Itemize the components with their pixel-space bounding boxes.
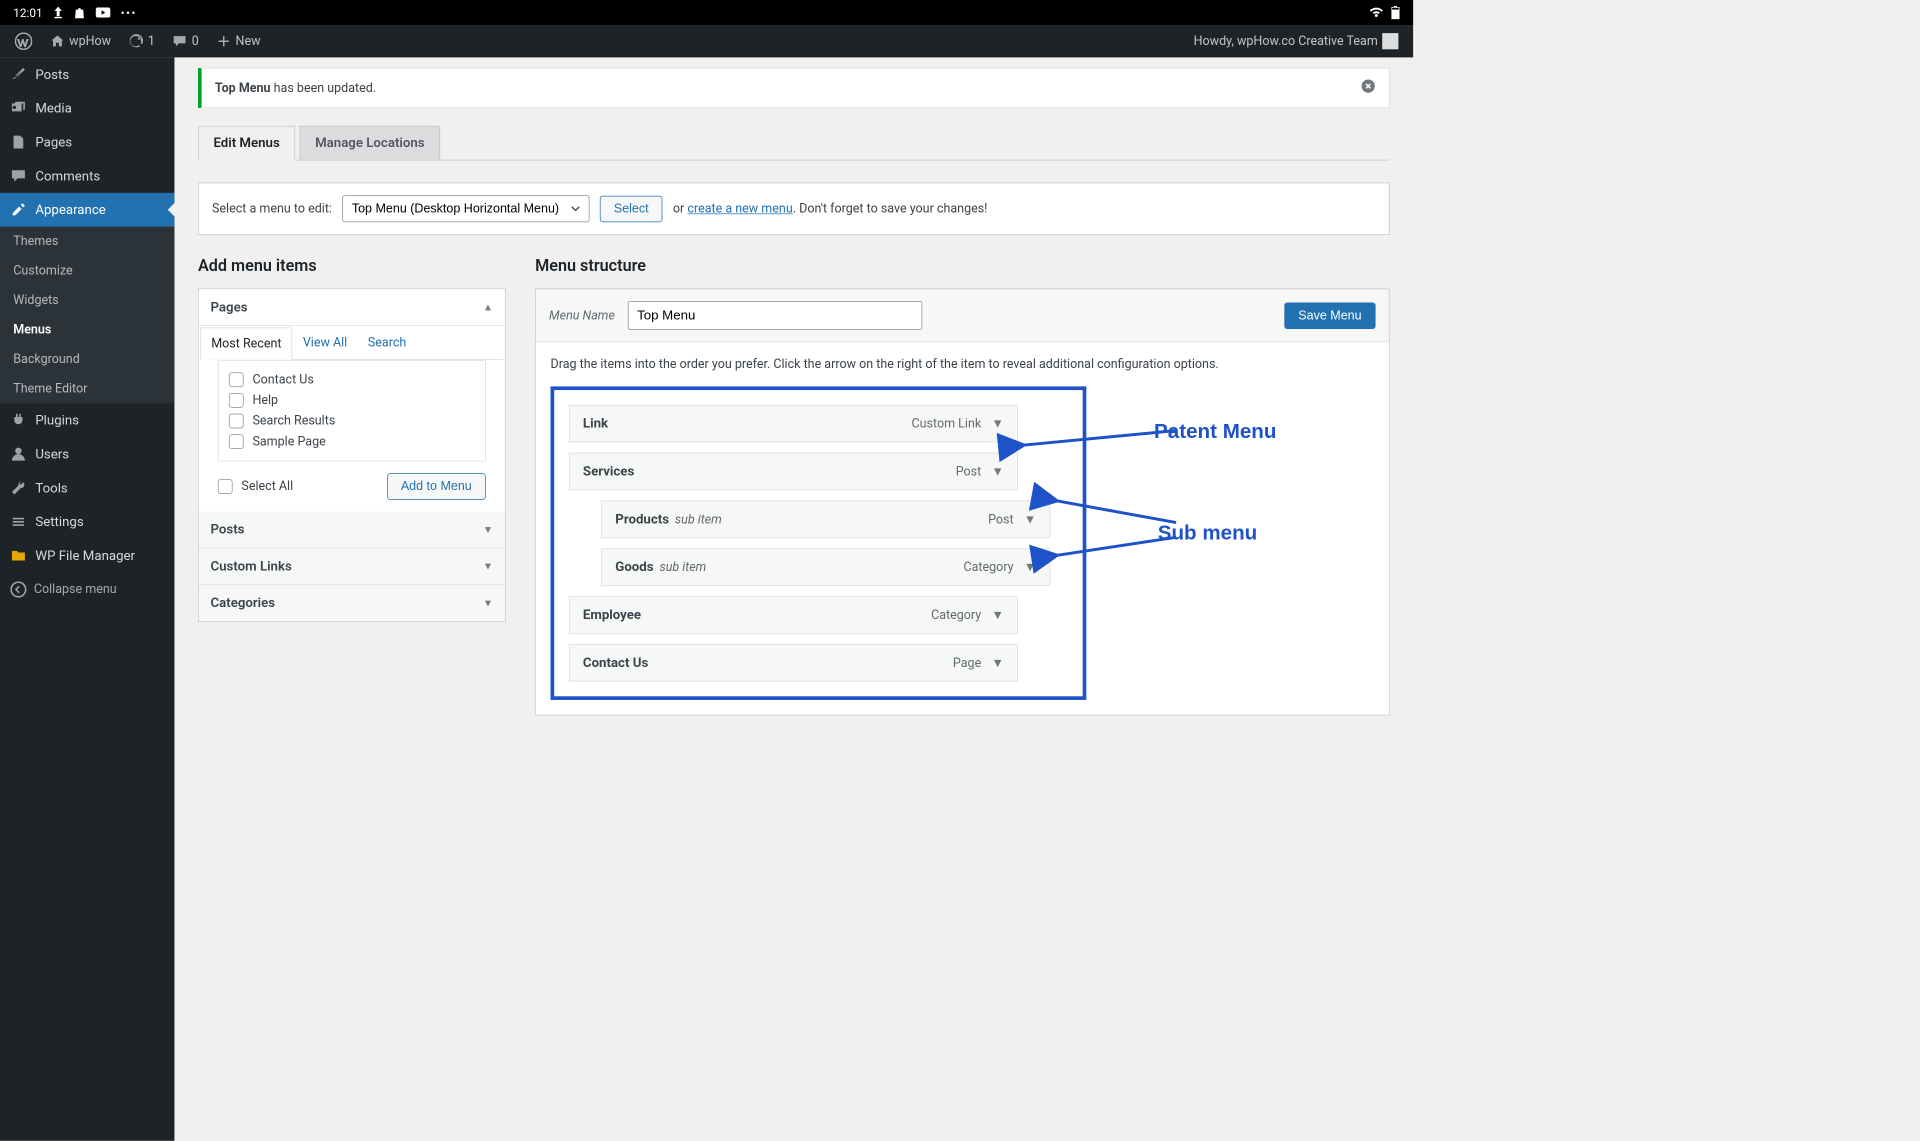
submenu-themes[interactable]: Themes — [0, 227, 174, 256]
page-checkbox[interactable]: Help — [229, 390, 475, 411]
menu-select-bar: Select a menu to edit: Top Menu (Desktop… — [198, 183, 1390, 235]
sidebar-item-appearance[interactable]: Appearance — [0, 193, 174, 227]
upload-icon — [53, 7, 63, 19]
chevron-down-icon: ▼ — [1024, 512, 1036, 527]
updates-link[interactable]: 1 — [123, 34, 161, 49]
comments-link[interactable]: 0 — [167, 34, 205, 49]
menu-select[interactable]: Top Menu (Desktop Horizontal Menu) — [342, 195, 589, 222]
save-menu-button[interactable]: Save Menu — [1284, 302, 1375, 328]
subtab-viewall[interactable]: View All — [293, 328, 358, 360]
sidebar-item-settings[interactable]: Settings — [0, 505, 174, 539]
tab-edit-menus[interactable]: Edit Menus — [198, 126, 295, 161]
sidebar-item-comments[interactable]: Comments — [0, 159, 174, 193]
chevron-down-icon: ▼ — [992, 464, 1004, 479]
howdy[interactable]: Howdy, wpHow.co Creative Team — [1188, 33, 1405, 49]
wp-logo[interactable] — [9, 32, 38, 50]
menu-item[interactable]: Contact UsPage▼ — [569, 644, 1018, 682]
svg-text:Patent Menu: Patent Menu — [1154, 420, 1276, 443]
tab-manage-locations[interactable]: Manage Locations — [300, 126, 440, 160]
avatar — [1382, 33, 1398, 49]
menu-name-input[interactable] — [628, 301, 922, 330]
menu-item[interactable]: ServicesPost▼ — [569, 453, 1018, 491]
main-content: Top Menu has been updated. Edit Menus Ma… — [174, 57, 1413, 1141]
status-time: 12:01 — [13, 6, 42, 20]
page-checkbox[interactable]: Contact Us — [229, 369, 475, 390]
page-checkbox[interactable]: Search Results — [229, 411, 475, 432]
acc-posts-head[interactable]: Posts▼ — [199, 512, 505, 549]
sidebar-item-media[interactable]: Media — [0, 91, 174, 125]
sidebar-item-filemanager[interactable]: WP File Manager — [0, 539, 174, 573]
chevron-down-icon: ▼ — [992, 416, 1004, 431]
youtube-icon — [96, 7, 111, 17]
subtab-search[interactable]: Search — [358, 328, 417, 360]
pages-subtabs: Most Recent View All Search — [200, 328, 503, 360]
structure-hint: Drag the items into the order you prefer… — [551, 357, 1375, 372]
select-button[interactable]: Select — [600, 195, 663, 221]
new-link[interactable]: New — [211, 34, 267, 49]
select-label: Select a menu to edit: — [212, 201, 332, 216]
subtab-recent[interactable]: Most Recent — [200, 328, 292, 360]
acc-pages-head[interactable]: Pages▲ — [199, 289, 505, 326]
add-to-menu-button[interactable]: Add to Menu — [387, 473, 486, 499]
submenu-widgets[interactable]: Widgets — [0, 286, 174, 315]
select-all-checkbox[interactable]: Select All — [218, 479, 293, 494]
sidebar-item-plugins[interactable]: Plugins — [0, 403, 174, 437]
appearance-submenu: Themes Customize Widgets Menus Backgroun… — [0, 227, 174, 404]
sidebar-item-pages[interactable]: Pages — [0, 125, 174, 159]
add-items-accordion: Pages▲ Most Recent View All Search Conta… — [198, 289, 506, 622]
success-notice: Top Menu has been updated. — [198, 68, 1390, 108]
nav-tabs: Edit Menus Manage Locations — [198, 126, 1390, 161]
submenu-background[interactable]: Background — [0, 344, 174, 373]
collapse-menu[interactable]: Collapse menu — [0, 573, 174, 607]
chevron-down-icon: ▼ — [992, 608, 1004, 623]
menu-item-sub[interactable]: Goodssub itemCategory▼ — [601, 548, 1050, 586]
create-menu-link[interactable]: create a new menu — [687, 201, 792, 216]
android-status-bar: 12:01 ••• — [0, 0, 1413, 25]
sidebar-item-users[interactable]: Users — [0, 437, 174, 471]
pages-checklist: Contact Us Help Search Results Sample Pa… — [218, 360, 486, 462]
acc-links-head[interactable]: Custom Links▼ — [199, 548, 505, 585]
chevron-down-icon: ▼ — [992, 655, 1004, 670]
menu-item[interactable]: EmployeeCategory▼ — [569, 596, 1018, 634]
menu-structure-panel: Menu Name Save Menu Drag the items into … — [535, 289, 1389, 716]
battery-icon — [1391, 6, 1400, 19]
admin-sidebar: Posts Media Pages Comments Appearance Th… — [0, 57, 174, 1141]
shopping-bag-icon — [73, 7, 85, 19]
sidebar-item-posts[interactable]: Posts — [0, 57, 174, 91]
notice-text: has been updated. — [271, 81, 377, 96]
select-or-text: or create a new menu. Don't forget to sa… — [673, 201, 988, 216]
caret-down-icon: ▼ — [483, 597, 493, 610]
menu-item[interactable]: LinkCustom Link▼ — [569, 405, 1018, 443]
caret-down-icon: ▼ — [483, 523, 493, 536]
submenu-theme-editor[interactable]: Theme Editor — [0, 374, 174, 403]
site-link[interactable]: wpHow — [44, 34, 117, 49]
add-items-heading: Add menu items — [198, 257, 506, 275]
sidebar-item-tools[interactable]: Tools — [0, 471, 174, 505]
dismiss-notice-button[interactable] — [1361, 79, 1376, 97]
acc-cats-head[interactable]: Categories▼ — [199, 585, 505, 621]
structure-heading: Menu structure — [535, 257, 1389, 275]
caret-down-icon: ▼ — [483, 560, 493, 573]
menu-name-label: Menu Name — [549, 308, 615, 323]
submenu-menus[interactable]: Menus — [0, 315, 174, 344]
more-icon: ••• — [121, 6, 137, 20]
menu-item-sub[interactable]: Productssub itemPost▼ — [601, 500, 1050, 538]
notice-strong: Top Menu — [215, 81, 271, 96]
submenu-customize[interactable]: Customize — [0, 256, 174, 285]
wp-admin-bar: wpHow 1 0 New Howdy, wpHow.co Creative T… — [0, 25, 1413, 57]
page-checkbox[interactable]: Sample Page — [229, 431, 475, 452]
wifi-icon — [1369, 7, 1384, 19]
chevron-down-icon: ▼ — [1024, 560, 1036, 575]
annotation-highlight: LinkCustom Link▼ ServicesPost▼ Productss… — [551, 386, 1087, 700]
caret-up-icon: ▲ — [483, 301, 493, 314]
svg-text:Sub menu: Sub menu — [1158, 521, 1258, 544]
